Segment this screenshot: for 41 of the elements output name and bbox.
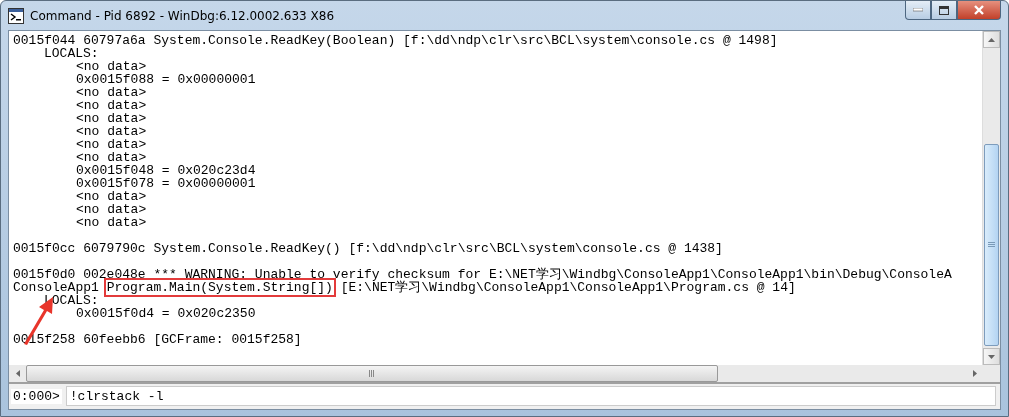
vertical-scrollbar[interactable] (982, 31, 1000, 365)
horizontal-scrollbar[interactable] (9, 365, 1000, 382)
locals-label: LOCALS: (44, 293, 99, 308)
local-value: <no data> (76, 86, 147, 99)
left-arrow-icon (15, 370, 20, 377)
scroll-down-button[interactable] (983, 348, 1000, 365)
output-line: ConsoleApp1 (12, 279, 100, 295)
window-title: Command - Pid 6892 - WinDbg:6.12.0002.633 X86 (30, 8, 335, 23)
output-line: [E:\NET学习\Windbg\ConsoleApp1\ConsoleApp1\Program.cs @ 14] (340, 280, 796, 297)
up-arrow-icon (988, 37, 995, 42)
local-value: 0x0015f0d4 = 0x020c2350 (76, 307, 256, 320)
command-input[interactable]: !clrstack -l (65, 386, 996, 406)
scroll-thumb[interactable] (26, 365, 718, 382)
local-value: <no data> (76, 60, 147, 73)
scroll-up-button[interactable] (983, 31, 1000, 48)
locals-label: LOCALS: (44, 46, 99, 61)
local-value: <no data> (76, 125, 147, 138)
local-value: <no data> (76, 112, 147, 125)
local-value: <no data> (76, 216, 147, 229)
local-value: <no data> (76, 190, 147, 203)
close-icon (973, 5, 985, 15)
maximize-icon (939, 5, 949, 15)
output-line: 0015f0cc 6079790c System.Console.ReadKey() [f:\dd\ndp\clr\src\BCL\system\console.cs @ 1438] (12, 240, 724, 258)
local-value: <no data> (76, 151, 147, 164)
scroll-thumb[interactable] (984, 144, 999, 346)
minimize-button[interactable] (905, 1, 931, 20)
local-value: <no data> (76, 138, 147, 151)
highlighted-text: Program.Main(System.String[]) (103, 278, 336, 297)
local-value: <no data> (76, 99, 147, 112)
right-arrow-icon (972, 370, 977, 377)
maximize-button[interactable] (931, 1, 957, 20)
local-value: 0x0015f078 = 0x00000001 (76, 177, 256, 190)
output-line: 0015f044 60797a6a System.Console.ReadKey(Boolean) [f:\dd\ndp\clr\src\BCL\system\console.cs @ 1498] (12, 32, 779, 48)
down-arrow-icon (988, 354, 995, 359)
local-value: <no data> (76, 203, 147, 216)
command-prompt: 0:000> (11, 388, 62, 404)
local-value: 0x0015f048 = 0x020c23d4 (76, 164, 256, 177)
close-button[interactable] (957, 1, 1001, 20)
console-icon (8, 7, 24, 24)
minimize-icon (913, 8, 923, 12)
local-value: 0x0015f088 = 0x00000001 (76, 73, 256, 86)
